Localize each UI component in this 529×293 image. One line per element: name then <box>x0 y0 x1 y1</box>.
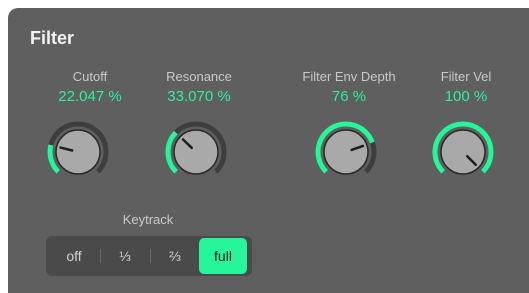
filter-vel-knob[interactable] <box>431 120 495 184</box>
filter-env-depth-knob[interactable] <box>314 120 378 184</box>
filter-vel-value: 100 % <box>444 88 488 105</box>
resonance-knob-body <box>173 129 219 175</box>
cutoff-knob[interactable] <box>46 120 110 184</box>
keytrack-option-full[interactable]: full <box>199 238 247 274</box>
filter-vel-knob-body <box>440 129 486 175</box>
resonance-label: Resonance <box>166 69 232 84</box>
resonance-value: 33.070 % <box>167 88 231 105</box>
filter-vel-label: Filter Vel <box>440 69 492 84</box>
panel-title: Filter <box>30 28 75 48</box>
keytrack-label: Keytrack <box>122 212 174 227</box>
resonance-knob[interactable] <box>164 120 228 184</box>
keytrack-option-one-third[interactable]: ⅓ <box>101 238 149 274</box>
keytrack-segmented-control: off ⅓ ⅔ full <box>46 236 252 276</box>
filter-panel: Filter Cutoff 22.047 % Resonance 33.070 … <box>8 8 529 293</box>
keytrack-option-off[interactable]: off <box>50 238 98 274</box>
cutoff-knob-body <box>55 129 101 175</box>
filter-env-depth-knob-body <box>323 129 369 175</box>
keytrack-option-two-thirds[interactable]: ⅔ <box>151 238 199 274</box>
